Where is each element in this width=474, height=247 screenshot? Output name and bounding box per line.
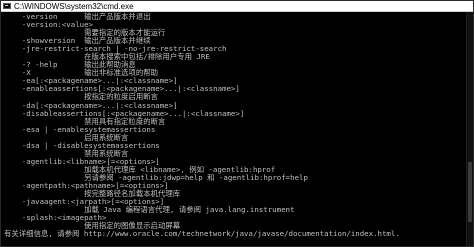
title-bar[interactable]: C:\WINDOWS\system32\cmd.exe — [1, 1, 473, 12]
vertical-scrollbar[interactable] — [466, 12, 473, 246]
console-window-icon[interactable] — [3, 3, 11, 9]
console-line: 有关详细信息, 请参阅 http://www.oracle.com/techne… — [4, 229, 400, 239]
cmd-window: C:\WINDOWS\system32\cmd.exe -version 输出产… — [0, 0, 474, 247]
scrollbar-thumb[interactable] — [468, 162, 472, 222]
window-title: C:\WINDOWS\system32\cmd.exe — [14, 1, 134, 11]
console-output[interactable]: -version 输出产品版本并退出 -version:<value> 需要指定… — [1, 12, 467, 246]
